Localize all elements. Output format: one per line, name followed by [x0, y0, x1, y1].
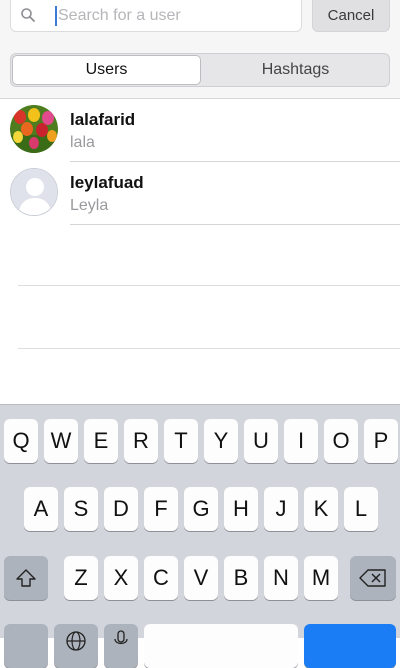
- key-l[interactable]: L: [344, 487, 378, 531]
- key-c[interactable]: C: [144, 556, 178, 600]
- tulips-photo: [10, 105, 58, 153]
- username: leylafuad: [70, 173, 144, 192]
- key-e[interactable]: E: [84, 419, 118, 463]
- key-z[interactable]: Z: [64, 556, 98, 600]
- globe-icon: [66, 631, 86, 651]
- shift-key[interactable]: [4, 556, 48, 600]
- key-f[interactable]: F: [144, 487, 178, 531]
- list-item[interactable]: leylafuad Leyla: [0, 162, 400, 225]
- divider: [18, 348, 400, 349]
- avatar: [10, 105, 58, 153]
- search-icon: [21, 8, 35, 22]
- divider: [70, 224, 400, 225]
- divider: [18, 285, 400, 286]
- list-item[interactable]: lalafarid lala: [0, 99, 400, 162]
- delete-key[interactable]: [350, 556, 396, 600]
- key-u[interactable]: U: [244, 419, 278, 463]
- key-s[interactable]: S: [64, 487, 98, 531]
- key-a[interactable]: A: [24, 487, 58, 531]
- key-n[interactable]: N: [264, 556, 298, 600]
- search-header: Cancel Users Hashtags: [0, 0, 400, 99]
- dictation-key[interactable]: [104, 624, 138, 668]
- numbers-key[interactable]: [4, 624, 48, 668]
- key-x[interactable]: X: [104, 556, 138, 600]
- shift-icon: [16, 569, 36, 587]
- default-avatar-icon: [11, 169, 57, 215]
- avatar: [10, 168, 58, 216]
- key-m[interactable]: M: [304, 556, 338, 600]
- key-p[interactable]: P: [364, 419, 398, 463]
- search-field[interactable]: [10, 0, 302, 32]
- username: lalafarid: [70, 110, 136, 129]
- space-key[interactable]: [144, 624, 298, 668]
- key-h[interactable]: H: [224, 487, 258, 531]
- key-q[interactable]: Q: [4, 419, 38, 463]
- cancel-button[interactable]: Cancel: [312, 0, 390, 32]
- key-w[interactable]: W: [44, 419, 78, 463]
- full-name: lala: [70, 134, 95, 151]
- full-name: Leyla: [70, 197, 109, 214]
- backspace-icon: [359, 569, 386, 587]
- keyboard: Q W E R T Y U I O P A S D F G H J K L Z …: [0, 404, 400, 668]
- key-i[interactable]: I: [284, 419, 318, 463]
- key-t[interactable]: T: [164, 419, 198, 463]
- text-cursor: [55, 6, 57, 26]
- key-v[interactable]: V: [184, 556, 218, 600]
- tab-users[interactable]: Users: [12, 55, 201, 85]
- key-d[interactable]: D: [104, 487, 138, 531]
- key-y[interactable]: Y: [204, 419, 238, 463]
- user-results-list: lalafarid lala leylafuad Leyla: [0, 99, 400, 225]
- search-key[interactable]: [304, 624, 396, 668]
- search-input[interactable]: [58, 3, 294, 29]
- tab-hashtags[interactable]: Hashtags: [202, 54, 389, 86]
- key-b[interactable]: B: [224, 556, 258, 600]
- search-scope-tabs: Users Hashtags: [10, 53, 390, 87]
- key-o[interactable]: O: [324, 419, 358, 463]
- microphone-icon: [114, 630, 128, 645]
- globe-key[interactable]: [54, 624, 98, 668]
- key-k[interactable]: K: [304, 487, 338, 531]
- key-r[interactable]: R: [124, 419, 158, 463]
- key-j[interactable]: J: [264, 487, 298, 531]
- key-g[interactable]: G: [184, 487, 218, 531]
